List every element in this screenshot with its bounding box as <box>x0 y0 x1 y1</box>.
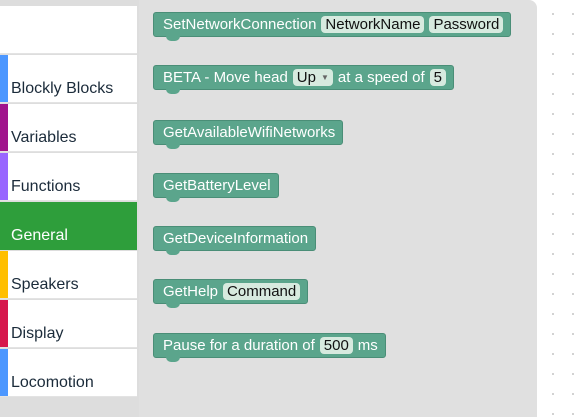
block-get-help[interactable]: GetHelp Command <box>153 279 309 308</box>
speed-field[interactable]: 5 <box>429 69 446 86</box>
toolbox-category-variables[interactable]: Variables <box>0 104 137 152</box>
category-color-stripe <box>0 251 8 298</box>
block-text: GetHelp <box>163 283 219 300</box>
category-color-stripe <box>0 104 8 151</box>
block-text: GetDeviceInformation <box>163 230 309 247</box>
block-set-network-connection[interactable]: SetNetworkConnection NetworkName Passwor… <box>153 12 512 41</box>
block-get-available-wifi-networks[interactable]: GetAvailableWifiNetworks <box>153 120 344 149</box>
block-text: GetAvailableWifiNetworks <box>163 124 336 141</box>
category-color-stripe <box>0 153 8 200</box>
duration-field[interactable]: 500 <box>319 337 353 354</box>
toolbox-category-blockly-blocks[interactable]: Blockly Blocks <box>0 55 137 103</box>
category-label: Locomotion <box>11 374 94 391</box>
category-color-stripe <box>0 55 8 102</box>
category-label: General <box>11 227 68 244</box>
workspace-canvas[interactable] <box>537 0 576 417</box>
toolbox-category-blank[interactable] <box>0 6 137 54</box>
category-color-stripe <box>0 202 8 249</box>
category-label: Display <box>11 325 64 342</box>
category-color-stripe <box>0 300 8 347</box>
block-move-head[interactable]: BETA - Move head Up ▼ at a speed of 5 <box>153 65 454 94</box>
network-name-field[interactable]: NetworkName <box>321 16 425 33</box>
block-get-battery-level[interactable]: GetBatteryLevel <box>153 173 279 202</box>
block-pause[interactable]: Pause for a duration of 500 ms <box>153 333 386 362</box>
block-text: ms <box>357 337 378 354</box>
category-label: Blockly Blocks <box>11 80 114 97</box>
block-text: Pause for a duration of <box>163 337 315 354</box>
toolbox-category-display[interactable]: Display <box>0 300 137 348</box>
toolbox: Blockly Blocks Variables Functions Gener… <box>0 0 139 417</box>
block-text: BETA - Move head <box>163 69 288 86</box>
toolbox-category-general[interactable]: General <box>0 202 137 250</box>
direction-dropdown[interactable]: Up ▼ <box>292 69 333 86</box>
category-label: Speakers <box>11 276 79 293</box>
block-text: at a speed of <box>337 69 425 86</box>
dropdown-arrow-icon: ▼ <box>320 73 329 82</box>
direction-value: Up <box>296 69 316 86</box>
category-color-stripe <box>0 349 8 396</box>
block-get-device-information[interactable]: GetDeviceInformation <box>153 226 317 255</box>
toolbox-category-speakers[interactable]: Speakers <box>0 251 137 299</box>
command-field[interactable]: Command <box>223 283 301 300</box>
toolbox-category-functions[interactable]: Functions <box>0 153 137 201</box>
block-text: GetBatteryLevel <box>163 177 271 194</box>
block-text: SetNetworkConnection <box>163 16 317 33</box>
password-field[interactable]: Password <box>429 16 504 33</box>
category-label: Functions <box>11 178 81 195</box>
toolbox-category-locomotion[interactable]: Locomotion <box>0 349 137 397</box>
category-label: Variables <box>11 129 77 146</box>
